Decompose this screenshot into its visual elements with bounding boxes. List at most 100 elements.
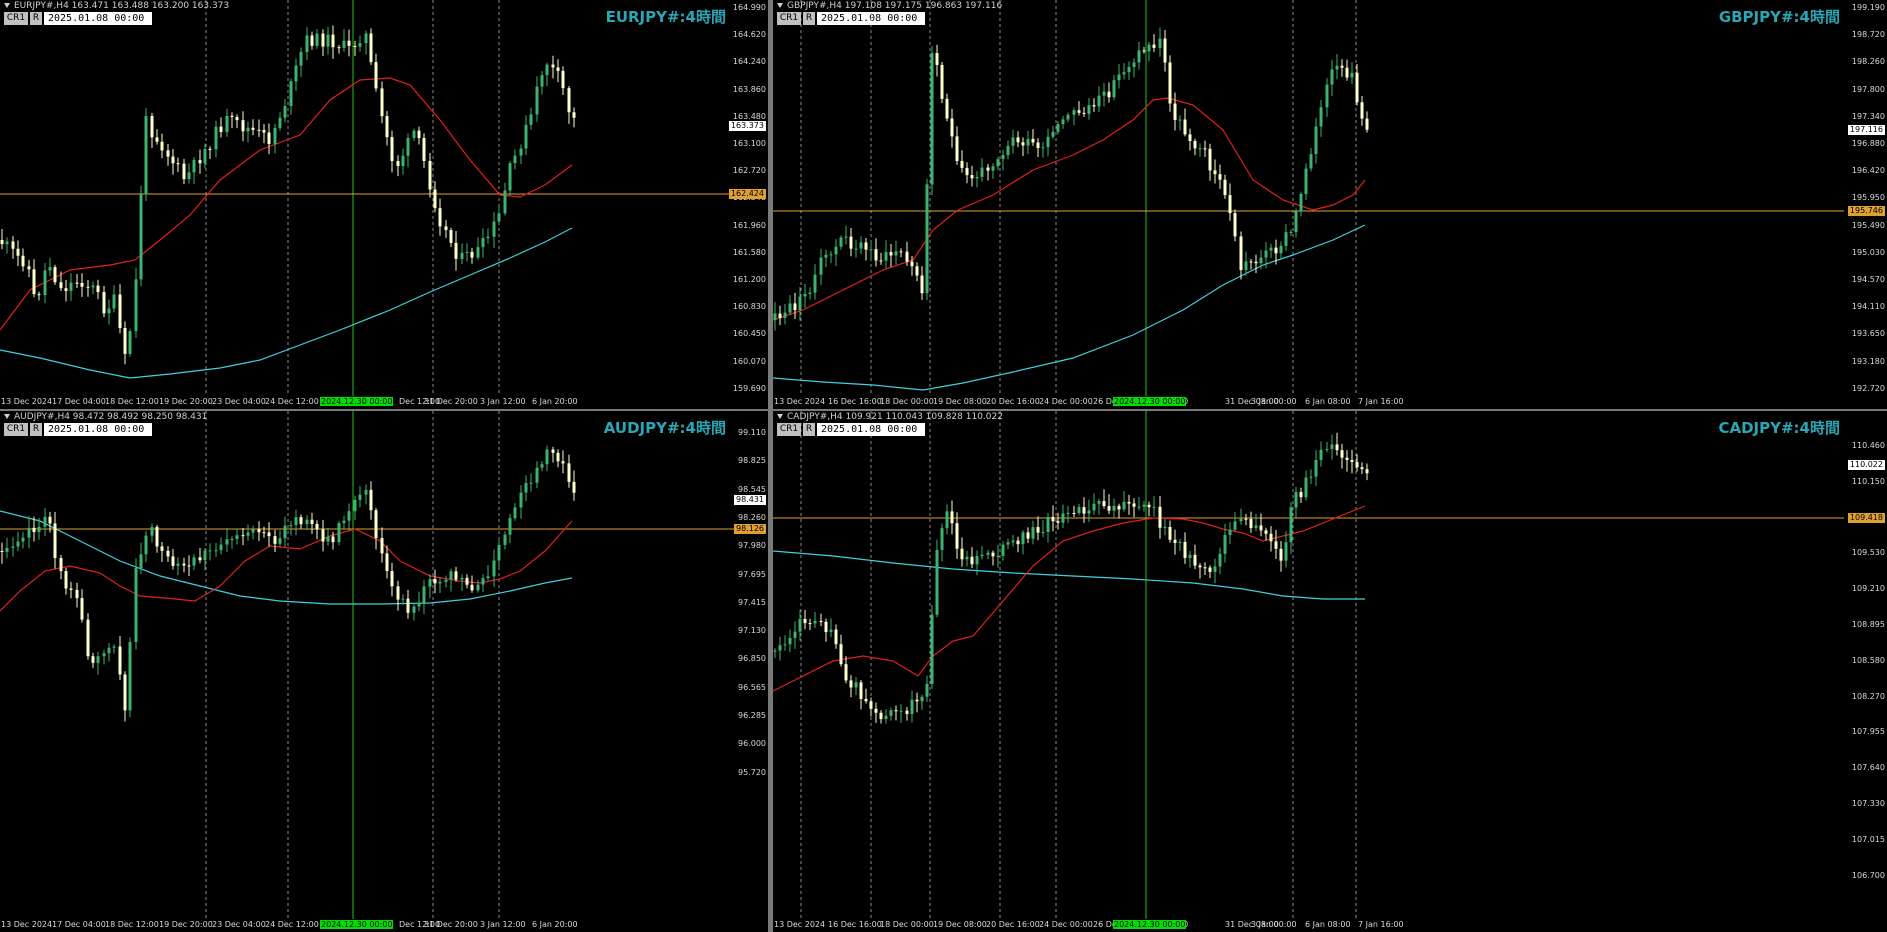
price-scale[interactable]: 164.990 164.620 164.240 163.860 163.480 163.1… [728,0,768,396]
candle-body [486,236,490,239]
candle-body [299,52,303,66]
candle-body [182,563,186,566]
candle-body [470,584,474,591]
candle-body [864,698,868,702]
chart-pane-gbpjpy[interactable]: GBPJPY#,H4 197.108 197.175 196.863 197.1… [773,0,1887,409]
level-price-badge: 98.126 [734,524,766,534]
candle-body [5,241,9,245]
candle-body [773,313,777,320]
candle-body [1208,148,1212,171]
price-chart[interactable] [773,411,1844,919]
candle-body [64,571,68,589]
candle-body [1254,525,1258,529]
candle-body [208,148,212,150]
current-price-badge: 98.431 [734,495,766,505]
candle-body [219,126,223,133]
candle-body [1107,506,1111,511]
candle-body [353,45,357,47]
candle-body [305,519,309,525]
candle-body [1198,148,1202,150]
candle-body [1097,501,1101,504]
candle-body [1309,476,1313,478]
candle-body [1087,510,1091,514]
candle-body [915,266,919,276]
time-scale[interactable]: 13 Dec 2024 16 Dec 16:00 18 Dec 00:00 19 De… [773,919,1844,932]
price-tick-label: 107.640 [1851,763,1885,773]
candle-body [225,539,229,545]
candle-body [358,494,362,500]
candle-body [21,537,25,542]
price-tick-label: 195.030 [1851,247,1885,257]
candle-body [123,327,127,354]
time-tick-label: 16 Dec 16:00 [828,397,882,406]
candle-body [535,467,539,483]
candle-body [819,620,823,622]
candle-body [889,252,893,256]
price-scale[interactable]: 110.460110.150109.845109.530109.210108.8… [1844,411,1887,919]
time-scale[interactable]: 13 Dec 2024 16 Dec 16:00 18 Dec 00:00 19 De… [773,396,1844,409]
price-tick-label: 96.000 [738,739,766,749]
candle-body [1269,247,1273,251]
candle-body [27,266,31,270]
candle-body [273,127,277,145]
candle-body [1309,154,1313,169]
candle-body [86,619,90,657]
candle-body [198,160,202,164]
chart-pane-eurjpy[interactable]: EURJPY#,H4 163.471 163.488 163.200 163.3… [0,0,768,409]
candle-body [503,190,507,214]
price-scale[interactable]: 199.190 198.720 198.260 197.800 197.340 196.8… [1844,0,1887,396]
candle-body [182,163,186,180]
candle-body [1294,492,1298,508]
candle-body [884,252,888,261]
candle-body [545,449,549,465]
candle-body [808,292,812,294]
candle-body [773,650,777,652]
candle-body [53,267,57,283]
candle-body [910,699,914,714]
candle-body [1203,148,1207,150]
price-chart[interactable] [773,0,1844,396]
candle-body [444,226,448,231]
candle-body [503,534,507,545]
price-tick-label: 108.580 [1851,655,1885,665]
time-scale[interactable]: 13 Dec 2024 17 Dec 04:00 18 Dec 12:00 19 De… [0,919,735,932]
candle-body [1244,518,1248,520]
candle-body [1355,462,1359,468]
candle-body [406,137,410,156]
chart-pane-audjpy[interactable]: AUDJPY#,H4 98.472 98.492 98.250 98.431 C… [0,411,768,932]
candle-body [118,294,122,328]
candle-body [513,507,517,519]
candle-body [102,292,106,314]
candle-body [364,489,368,495]
candle-body [829,254,833,256]
candle-body [1289,232,1293,234]
candle-body [1051,516,1055,522]
chart-pane-cadjpy[interactable]: CADJPY#,H4 109.921 110.043 109.828 110.0… [773,411,1887,932]
candle-body [1016,540,1020,545]
candle-body [27,527,31,538]
time-scale[interactable]: 13 Dec 2024 17 Dec 04:00 18 Dec 12:00 19 De… [0,396,735,409]
candle-body [1193,554,1197,566]
candle-body [1299,492,1303,498]
price-tick-label: 110.150 [1851,476,1885,486]
candle-body [1335,444,1339,451]
current-price-badge: 110.022 [1847,460,1885,470]
candle-body [561,461,565,464]
candle-body [449,230,453,243]
candle-body [1112,80,1116,98]
price-tick-label: 195.490 [1851,220,1885,230]
horizontal-splitter[interactable] [0,409,1887,411]
time-tick-label: 20 Dec 16:00 [986,920,1040,929]
price-chart[interactable] [0,411,735,919]
candle-body [278,117,282,128]
candle-body [540,75,544,87]
vertical-splitter[interactable] [768,0,773,932]
candle-body [1142,50,1146,52]
price-chart[interactable] [0,0,735,396]
price-scale[interactable]: 99.110 98.825 98.545 98.260 97.980 97.695 97.4… [734,411,768,919]
candle-body [1360,102,1364,119]
candle-body [219,544,223,551]
candle-body [508,163,512,191]
candle-body [1168,62,1172,104]
time-tick-label: 24 Dec 00:00 [1039,920,1093,929]
